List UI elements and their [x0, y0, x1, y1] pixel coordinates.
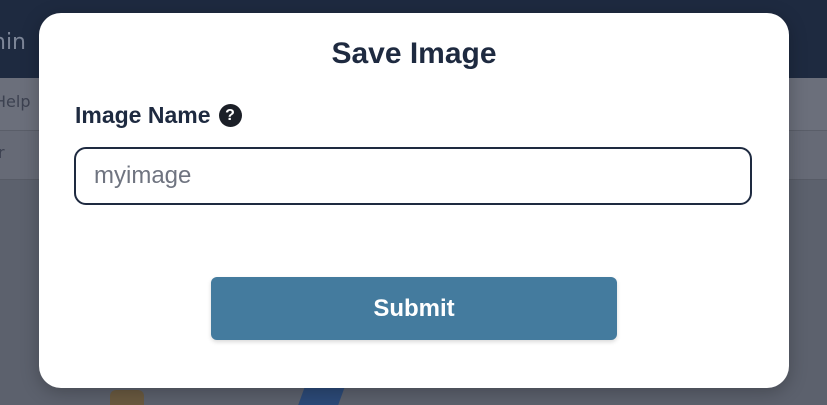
image-name-input[interactable]	[74, 147, 752, 205]
background-menu-help: Help	[0, 92, 31, 111]
background-shape	[110, 390, 144, 405]
image-name-label: Image Name	[75, 102, 211, 128]
save-image-dialog: Save Image Image Name ? Submit	[39, 13, 789, 388]
background-toolbar-item: r	[0, 143, 5, 162]
question-circle-icon[interactable]: ?	[218, 104, 242, 127]
image-name-label-row: Image Name ?	[75, 102, 242, 129]
app-root: nin Help r Save Image Image Name ? Submi…	[0, 0, 827, 405]
background-app-title: nin	[0, 30, 26, 55]
submit-button[interactable]: Submit	[211, 277, 617, 340]
background-shape	[294, 385, 346, 405]
dialog-title: Save Image	[331, 37, 497, 70]
